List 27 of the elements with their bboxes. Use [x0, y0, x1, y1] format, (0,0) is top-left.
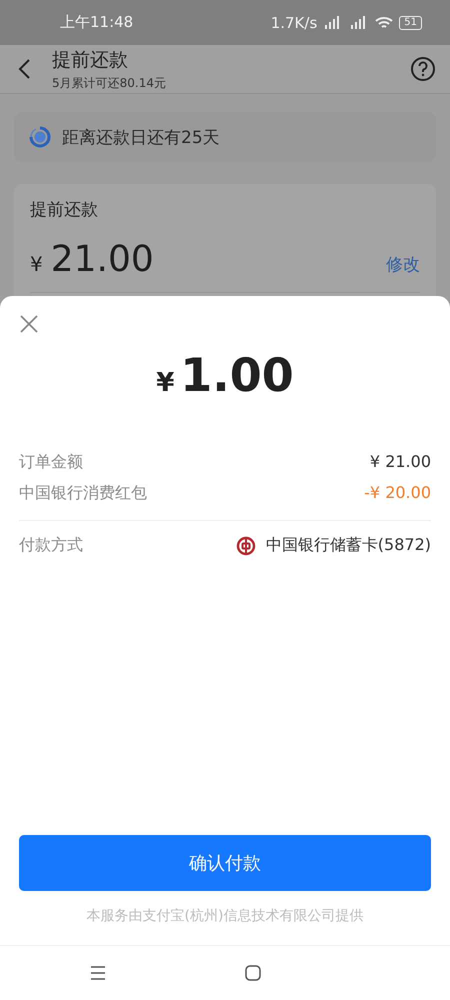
status-time: 上午11:48 — [60, 13, 134, 32]
battery-icon: 51 — [399, 16, 422, 30]
home-icon[interactable] — [244, 964, 262, 982]
row-label: 订单金额 — [19, 452, 83, 473]
confirm-button[interactable]: 确认付款 — [19, 835, 431, 891]
card-title: 提前还款 — [30, 199, 99, 221]
currency-symbol: ¥ — [156, 368, 174, 398]
currency-symbol: ¥ — [30, 252, 43, 276]
close-icon[interactable] — [19, 314, 39, 334]
help-icon[interactable] — [410, 56, 436, 82]
edit-link[interactable]: 修改 — [386, 253, 420, 276]
notice-text: 距离还款日还有25天 — [62, 126, 220, 148]
page-subtitle: 5月累计可还80.14元 — [52, 74, 167, 92]
row-value: ¥ 21.00 — [370, 452, 431, 473]
percent-icon — [28, 125, 52, 149]
method-label: 付款方式 — [19, 535, 83, 556]
page-title: 提前还款 — [52, 48, 129, 72]
bank-logo-icon — [236, 536, 256, 556]
menu-icon[interactable] — [88, 964, 106, 982]
payment-method[interactable]: 中国银行储蓄卡(5872) — [266, 535, 431, 556]
row-label: 中国银行消费红包 — [19, 483, 147, 504]
wifi-icon — [375, 16, 394, 30]
payment-amount: 1.00 — [180, 348, 294, 402]
network-speed: 1.7K/s — [270, 14, 318, 32]
footer-text: 本服务由支付宝(杭州)信息技术有限公司提供 — [86, 907, 364, 925]
repay-amount: 21.00 — [50, 239, 154, 280]
row-value: -¥ 20.00 — [364, 483, 431, 504]
